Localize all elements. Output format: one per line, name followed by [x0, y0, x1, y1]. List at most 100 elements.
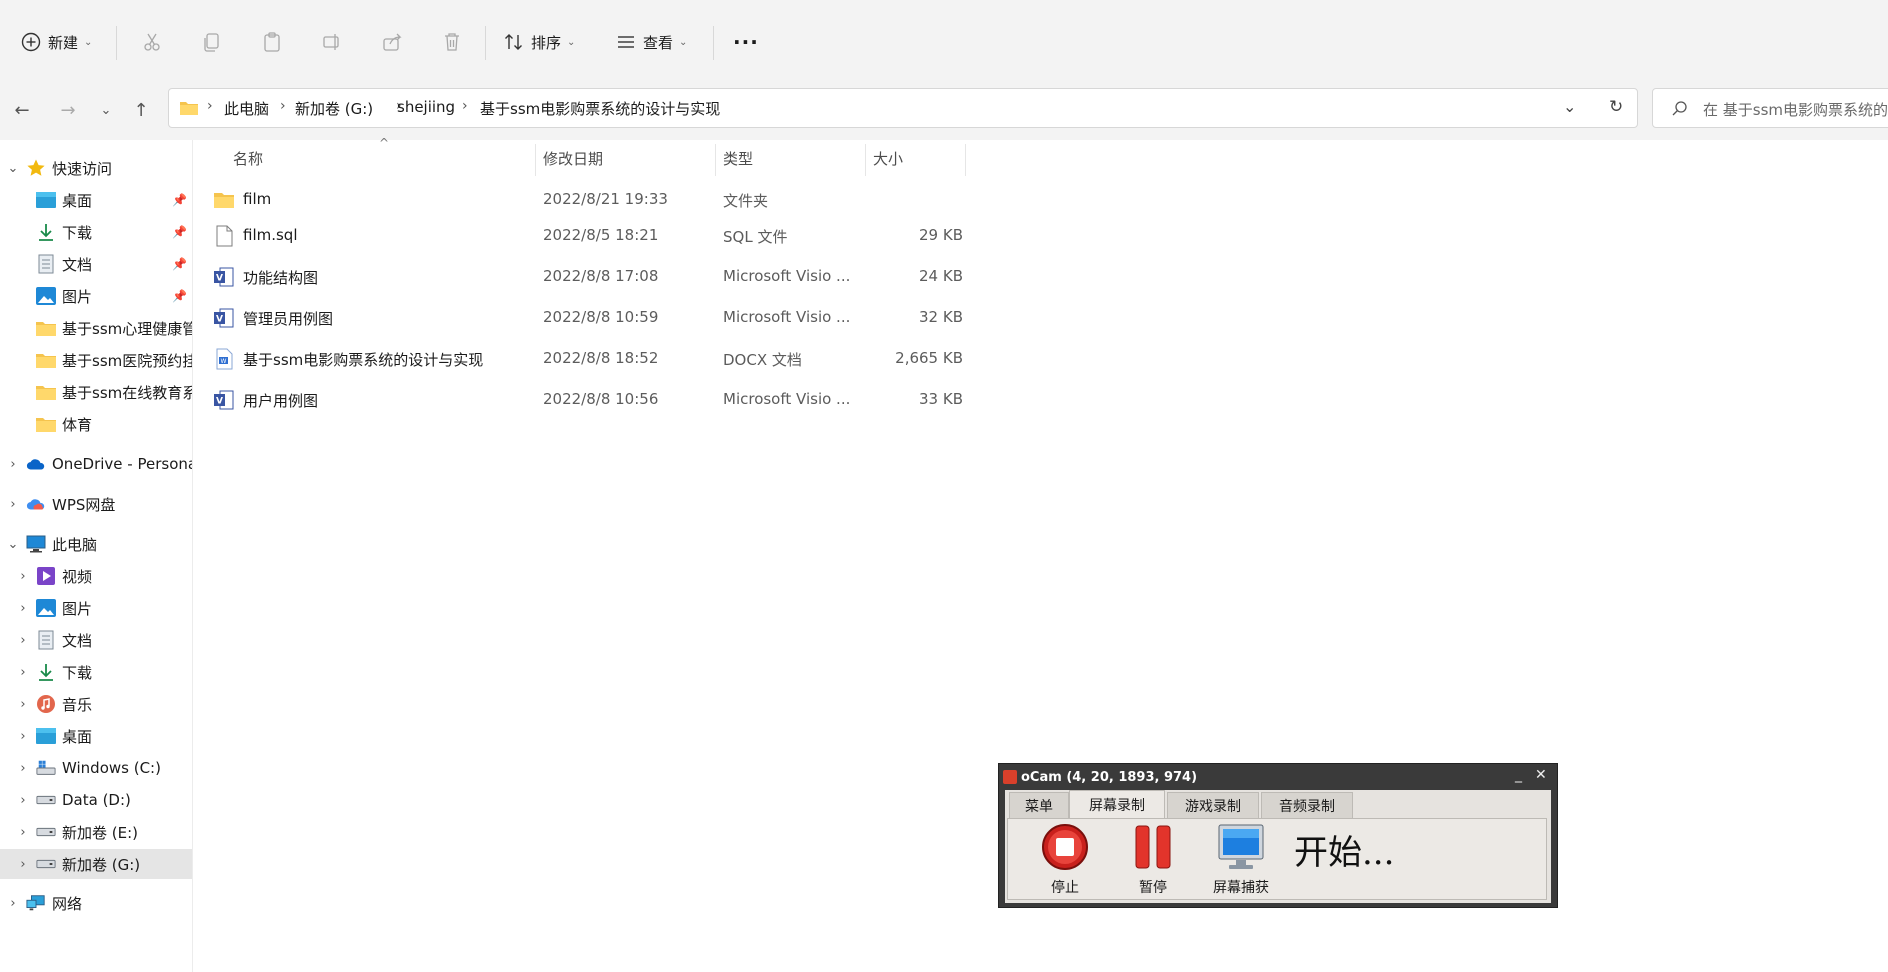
nav-item-drive-c[interactable]: › Windows (C:) — [0, 753, 192, 783]
up-button[interactable]: ↑ — [129, 98, 153, 122]
nav-item-desktop[interactable]: 桌面 📌 — [0, 185, 192, 215]
share-button[interactable] — [381, 22, 403, 62]
column-divider[interactable] — [965, 144, 966, 176]
address-bar[interactable]: › 此电脑 › 新加卷 (G:) › shejiing › 基于ssm电影购票系… — [168, 88, 1638, 128]
share-icon — [383, 33, 402, 51]
ocam-screen-capture-button[interactable]: 屏幕捕获 — [1204, 821, 1278, 897]
refresh-button[interactable]: ↻ — [1609, 97, 1623, 117]
column-header-date[interactable]: 修改日期 — [543, 148, 603, 169]
file-row[interactable]: W 基于ssm电影购票系统的设计与实现 2022/8/8 18:52 DOCX … — [213, 341, 963, 377]
nav-item-documents[interactable]: 文档 📌 — [0, 249, 192, 279]
column-header-name[interactable]: 名称 — [233, 148, 263, 169]
chevron-right-icon[interactable]: › — [6, 896, 20, 911]
chevron-right-icon[interactable]: › — [16, 601, 30, 616]
chevron-right-icon[interactable]: › — [16, 729, 30, 744]
back-button[interactable]: ← — [10, 98, 34, 122]
chevron-right-icon: › — [207, 98, 213, 114]
column-divider[interactable] — [715, 144, 716, 176]
nav-onedrive[interactable]: › OneDrive - Persona — [0, 449, 192, 479]
file-row[interactable]: V 用户用例图 2022/8/8 10:56 Microsoft Visio .… — [213, 382, 963, 418]
nav-item-drive-g[interactable]: › 新加卷 (G:) — [0, 849, 192, 879]
chevron-down-icon[interactable]: ⌄ — [6, 161, 20, 176]
nav-item-documents[interactable]: › 文档 — [0, 625, 192, 655]
ocam-stop-button[interactable]: 停止 — [1028, 821, 1102, 897]
nav-item-drive-e[interactable]: › 新加卷 (E:) — [0, 817, 192, 847]
chevron-down-icon[interactable]: ⌄ — [6, 537, 20, 552]
chevron-right-icon[interactable]: › — [16, 825, 30, 840]
chevron-right-icon[interactable]: › — [6, 457, 20, 472]
nav-item-pictures[interactable]: 图片 📌 — [0, 281, 192, 311]
column-divider[interactable] — [535, 144, 536, 176]
recent-locations-button[interactable]: ⌄ — [94, 98, 118, 122]
cut-button[interactable] — [141, 22, 163, 62]
nav-item-drive-d[interactable]: › Data (D:) — [0, 785, 192, 815]
breadcrumb-shejiing[interactable]: shejiing — [397, 98, 455, 116]
breadcrumb-current-folder[interactable]: 基于ssm电影购票系统的设计与实现 — [480, 98, 720, 119]
forward-button[interactable]: → — [56, 98, 80, 122]
nav-item-folder[interactable]: 基于ssm在线教育系 — [0, 377, 192, 407]
copy-button[interactable] — [201, 22, 223, 62]
ocam-tab-menu[interactable]: 菜单 — [1009, 792, 1069, 818]
nav-item-pictures[interactable]: › 图片 — [0, 593, 192, 623]
column-header-type[interactable]: 类型 — [723, 148, 753, 169]
chevron-right-icon[interactable]: › — [16, 633, 30, 648]
nav-item-folder[interactable]: 基于ssm心理健康管 — [0, 313, 192, 343]
ocam-pause-button[interactable]: 暂停 — [1116, 821, 1190, 897]
file-row[interactable]: V 管理员用例图 2022/8/8 10:59 Microsoft Visio … — [213, 300, 963, 336]
file-date: 2022/8/8 10:59 — [543, 308, 659, 326]
address-history-dropdown[interactable]: ⌄ — [1563, 97, 1576, 116]
nav-item-folder-sports[interactable]: 体育 — [0, 409, 192, 439]
chevron-right-icon[interactable]: › — [6, 497, 20, 512]
arrow-left-icon: ← — [14, 99, 30, 121]
breadcrumb-this-pc[interactable]: 此电脑 — [224, 98, 269, 119]
nav-item-videos[interactable]: › 视频 — [0, 561, 192, 591]
ocam-close-button[interactable]: ✕ — [1535, 767, 1547, 783]
ocam-titlebar[interactable]: oCam (4, 20, 1893, 974) — [1003, 767, 1197, 787]
chevron-right-icon[interactable]: › — [16, 569, 30, 584]
file-name: film — [243, 190, 272, 208]
file-type: Microsoft Visio ... — [723, 308, 851, 326]
ocam-tab-screen-record[interactable]: 屏幕录制 — [1069, 790, 1165, 818]
more-options-button[interactable]: ··· — [733, 22, 759, 62]
ocam-tab-game-record[interactable]: 游戏录制 — [1167, 792, 1259, 818]
chevron-down-icon: ⌄ — [84, 36, 93, 48]
nav-network[interactable]: › 网络 — [0, 888, 192, 918]
chevron-right-icon[interactable]: › — [16, 697, 30, 712]
folder-icon — [214, 193, 234, 208]
chevron-right-icon[interactable]: › — [16, 761, 30, 776]
drive-icon — [36, 790, 56, 810]
delete-button[interactable] — [441, 22, 463, 62]
nav-item-desktop[interactable]: › 桌面 — [0, 721, 192, 751]
screen-capture-label: 屏幕捕获 — [1213, 880, 1269, 896]
nav-item-downloads[interactable]: › 下载 — [0, 657, 192, 687]
file-row[interactable]: V 功能结构图 2022/8/8 17:08 Microsoft Visio .… — [213, 259, 963, 295]
breadcrumb-drive-g[interactable]: 新加卷 (G:) — [295, 98, 373, 119]
rename-button[interactable] — [321, 22, 343, 62]
chevron-right-icon[interactable]: › — [16, 665, 30, 680]
nav-label: 桌面 — [62, 191, 93, 210]
column-header-size[interactable]: 大小 — [873, 148, 903, 169]
nav-wps-drive[interactable]: › WPS网盘 — [0, 489, 192, 519]
nav-label: 体育 — [62, 415, 93, 434]
nav-item-downloads[interactable]: 下载 📌 — [0, 217, 192, 247]
nav-quick-access[interactable]: ⌄ 快速访问 — [0, 153, 192, 183]
nav-item-music[interactable]: › 音乐 — [0, 689, 192, 719]
view-label: 查看 — [643, 33, 674, 52]
drive-icon — [36, 854, 56, 874]
sort-button[interactable]: 排序 ⌄ — [503, 22, 575, 62]
computer-icon — [26, 534, 46, 554]
nav-this-pc[interactable]: ⌄ 此电脑 — [0, 529, 192, 559]
nav-item-folder[interactable]: 基于ssm医院预约挂 — [0, 345, 192, 375]
search-box[interactable]: 在 基于ssm电影购票系统的... — [1652, 88, 1888, 128]
file-row[interactable]: film 2022/8/21 19:33 文件夹 — [213, 182, 963, 218]
paste-button[interactable] — [261, 22, 283, 62]
chevron-right-icon[interactable]: › — [16, 793, 30, 808]
ocam-minimize-button[interactable]: _ — [1515, 767, 1522, 783]
view-button[interactable]: 查看 ⌄ — [615, 22, 687, 62]
ocam-tab-audio-record[interactable]: 音频录制 — [1261, 792, 1353, 818]
nav-label: 音乐 — [62, 695, 93, 714]
column-divider[interactable] — [865, 144, 866, 176]
new-button[interactable]: 新建 ⌄ — [20, 22, 92, 62]
file-row[interactable]: film.sql 2022/8/5 18:21 SQL 文件 29 KB — [213, 218, 963, 254]
chevron-right-icon[interactable]: › — [16, 857, 30, 872]
